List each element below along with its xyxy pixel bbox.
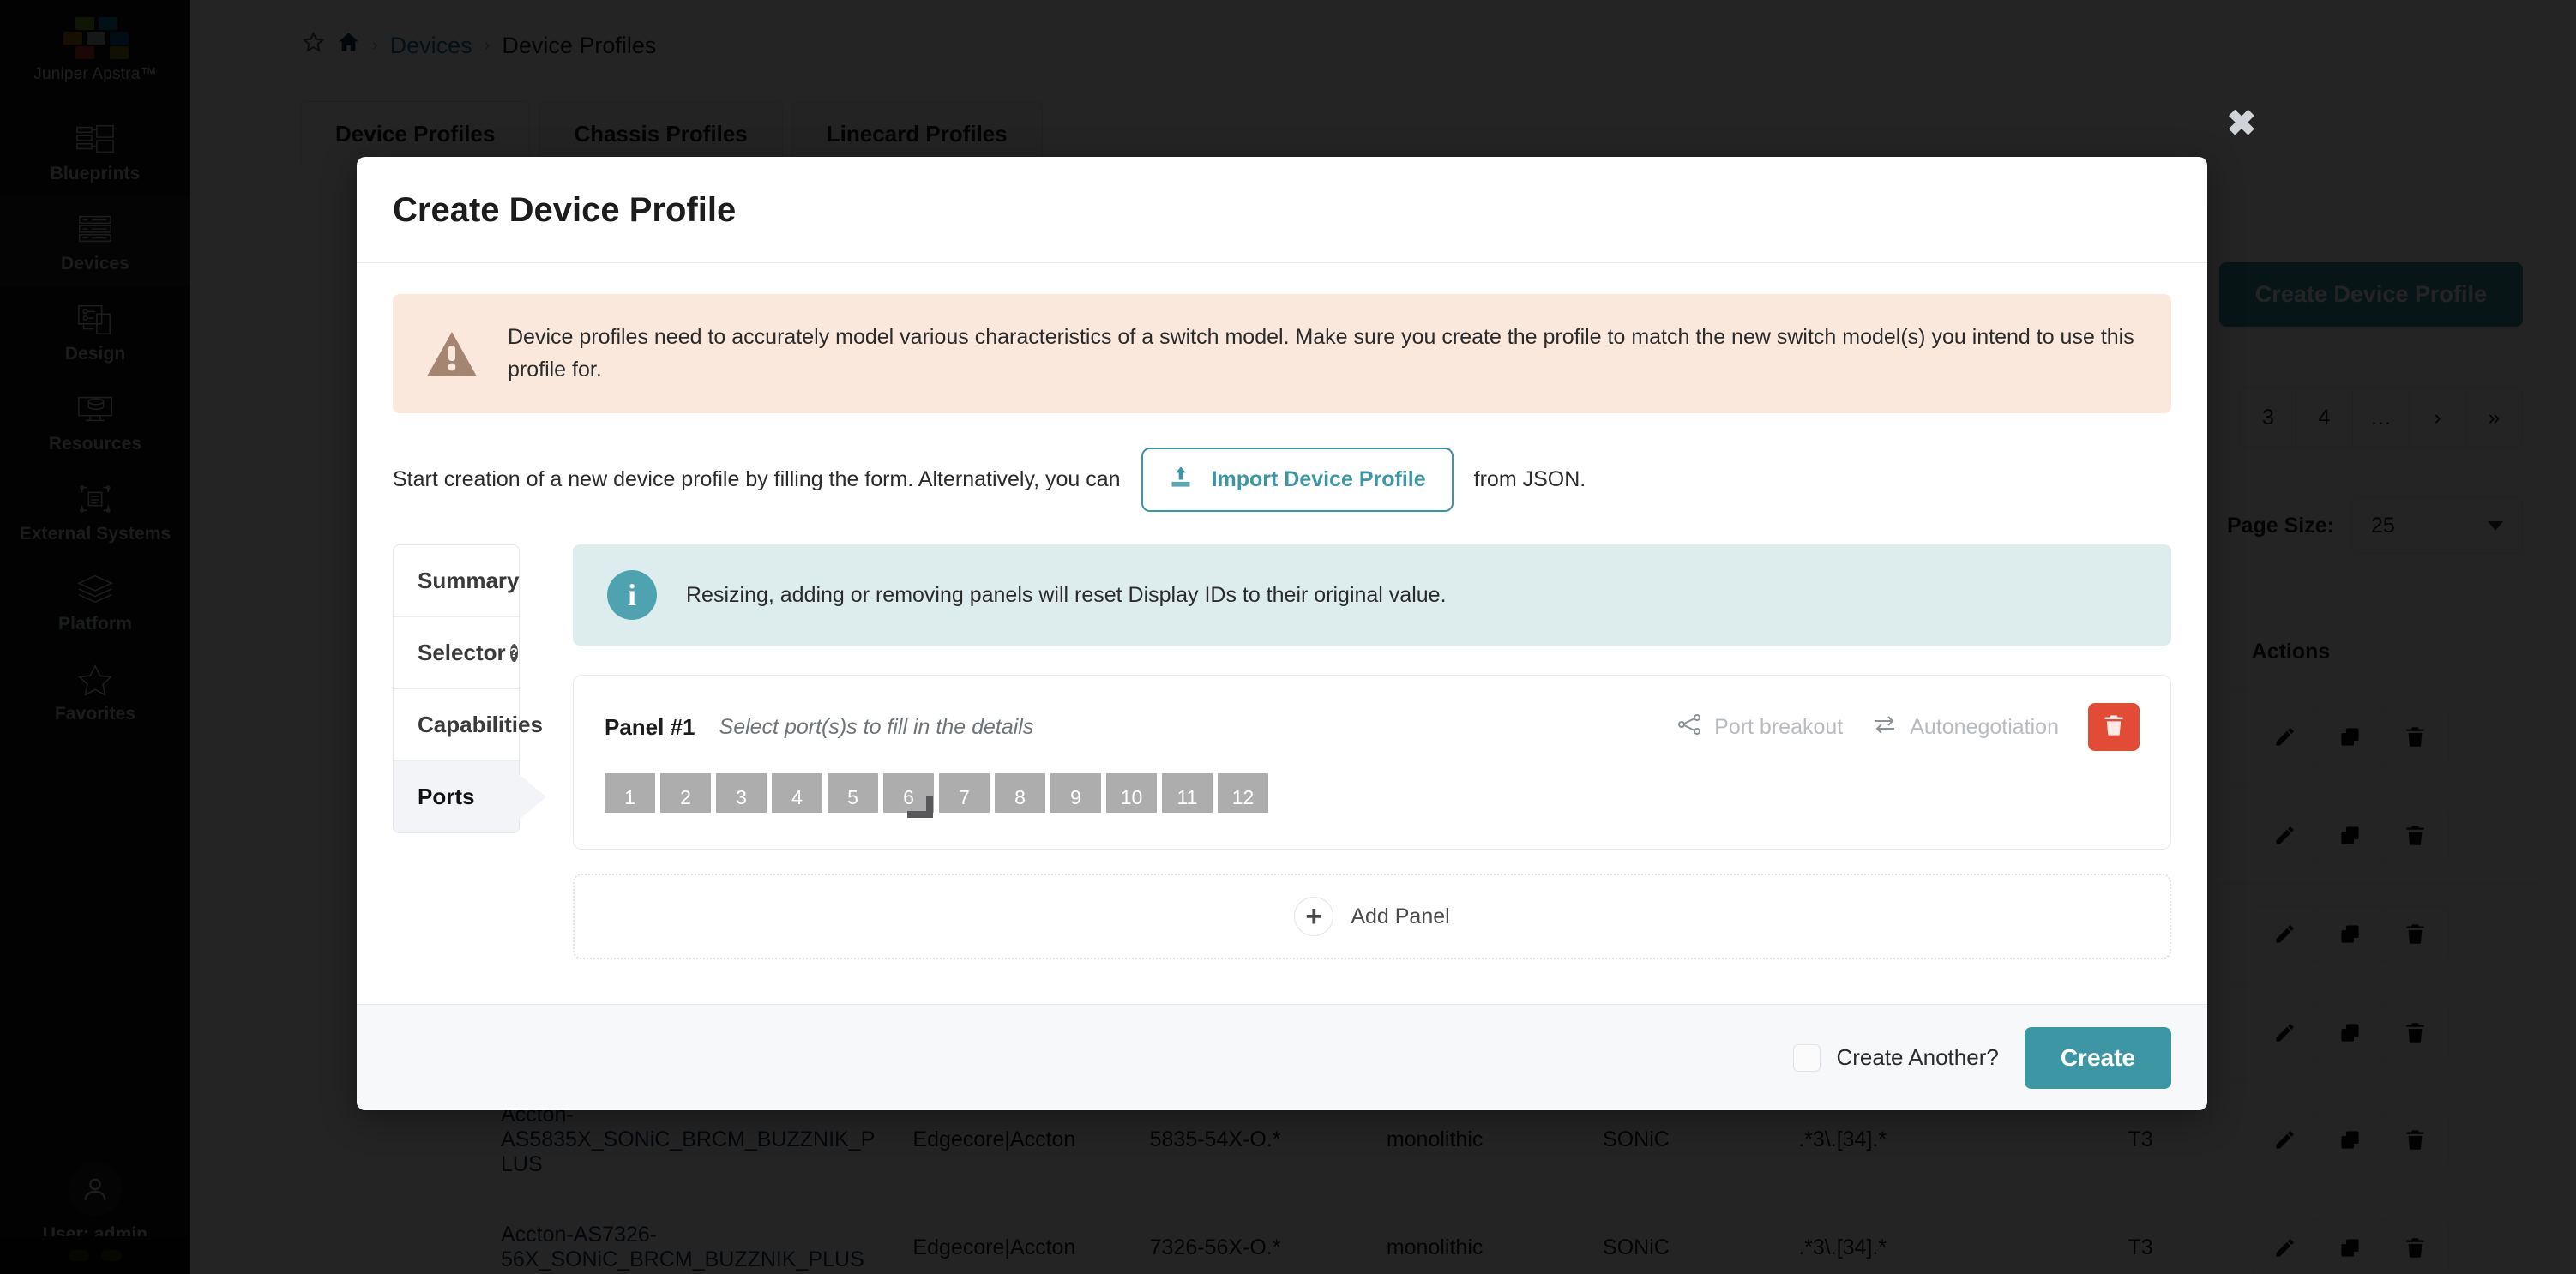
dialog-footer: Create Another? Create — [357, 1004, 2207, 1110]
dialog-body: Device profiles need to accurately model… — [357, 263, 2207, 1004]
tab-selector-label: Selector — [418, 640, 506, 665]
add-panel-button[interactable]: + Add Panel — [573, 874, 2171, 959]
tab-capabilities-label: Capabilities — [418, 712, 543, 737]
resize-handle-icon[interactable] — [907, 796, 933, 818]
help-icon[interactable]: ? — [509, 644, 518, 662]
checkbox-box[interactable] — [1793, 1043, 1821, 1072]
port-tile[interactable]: 8 — [995, 773, 1045, 813]
dialog-step-tabs: Summary Selector ? Capabilities Ports — [393, 544, 543, 833]
create-another-label: Create Another? — [1836, 1044, 1999, 1070]
port-tile[interactable]: 9 — [1050, 773, 1101, 813]
panel-header: Panel #1 Select port(s)s to fill in the … — [605, 703, 2140, 751]
info-banner: i Resizing, adding or removing panels wi… — [573, 544, 2171, 646]
port-tile[interactable]: 11 — [1162, 773, 1213, 813]
create-button[interactable]: Create — [2024, 1026, 2171, 1089]
info-circle-icon: i — [607, 570, 657, 620]
import-row: Start creation of a new device profile b… — [393, 448, 2171, 512]
warning-triangle-icon — [425, 330, 478, 378]
add-panel-label: Add Panel — [1351, 904, 1450, 928]
tab-capabilities[interactable]: Capabilities — [394, 689, 543, 761]
plus-icon: + — [1294, 897, 1334, 936]
dialog-split: Summary Selector ? Capabilities Ports i … — [393, 544, 2171, 959]
autonegotiation-icon — [1872, 713, 1898, 742]
port-grid: 1 2 3 4 5 6 7 8 9 10 11 12 — [605, 773, 2140, 813]
tab-ports[interactable]: Ports — [394, 761, 519, 832]
port-tile[interactable]: 12 — [1218, 773, 1268, 813]
trash-icon — [2102, 712, 2126, 742]
ports-pane: i Resizing, adding or removing panels wi… — [573, 544, 2171, 959]
port-tile[interactable]: 2 — [660, 773, 711, 813]
dialog-header: Create Device Profile — [357, 157, 2207, 263]
port-tile[interactable]: 10 — [1106, 773, 1157, 813]
import-trail-text: from JSON. — [1473, 467, 1586, 491]
autonegotiation-button[interactable]: Autonegotiation — [1872, 713, 2059, 742]
import-device-profile-button[interactable]: Import Device Profile — [1141, 448, 1454, 512]
port-breakout-button[interactable]: Port breakout — [1676, 713, 1843, 742]
tab-summary-label: Summary — [418, 568, 520, 593]
create-another-checkbox[interactable]: Create Another? — [1793, 1043, 1999, 1072]
import-button-label: Import Device Profile — [1211, 467, 1426, 491]
tab-summary[interactable]: Summary — [394, 545, 520, 617]
close-icon[interactable]: ✖ — [2224, 105, 2259, 141]
delete-panel-button[interactable] — [2088, 703, 2140, 751]
port-breakout-label: Port breakout — [1714, 714, 1844, 739]
dialog-title: Create Device Profile — [393, 191, 737, 229]
tab-selector[interactable]: Selector ? — [394, 617, 519, 689]
warning-text: Device profiles need to accurately model… — [508, 325, 2134, 382]
import-lead-text: Start creation of a new device profile b… — [393, 467, 1121, 491]
port-tile[interactable]: 5 — [828, 773, 878, 813]
panel-name: Panel #1 — [605, 713, 695, 740]
port-tile[interactable]: 1 — [605, 773, 655, 813]
tab-ports-label: Ports — [418, 784, 475, 809]
port-tile[interactable]: 4 — [772, 773, 822, 813]
panel-tools: Port breakout Autonegotiation — [1676, 703, 2140, 751]
info-text: Resizing, adding or removing panels will… — [686, 582, 1447, 607]
create-device-profile-dialog: Create Device Profile Device profiles ne… — [357, 157, 2207, 1110]
panel-card: Panel #1 Select port(s)s to fill in the … — [573, 675, 2171, 850]
port-breakout-icon — [1676, 713, 1702, 742]
port-tile[interactable]: 7 — [939, 773, 990, 813]
panel-hint: Select port(s)s to fill in the details — [719, 714, 1034, 739]
autonegotiation-label: Autonegotiation — [1910, 714, 2059, 739]
upload-icon — [1169, 465, 1193, 495]
port-tile[interactable]: 3 — [716, 773, 767, 813]
warning-banner: Device profiles need to accurately model… — [393, 294, 2171, 413]
